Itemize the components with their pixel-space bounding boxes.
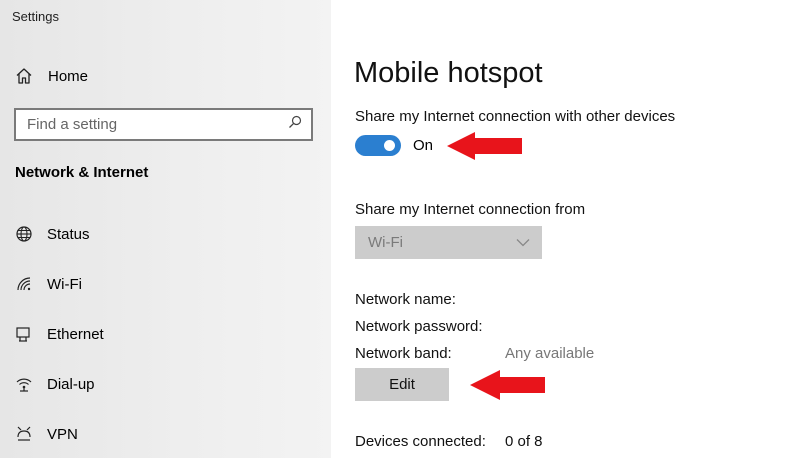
search-icon[interactable] <box>288 115 302 134</box>
annotation-arrow-icon <box>447 132 522 160</box>
section-title: Network & Internet <box>15 164 149 181</box>
sidebar-item-label: VPN <box>47 425 78 443</box>
page-title: Mobile hotspot <box>354 57 543 89</box>
sidebar-item-label: Status <box>47 225 90 243</box>
devices-connected-value: 0 of 8 <box>505 433 543 450</box>
annotation-arrow-icon <box>470 370 545 400</box>
search-input[interactable] <box>27 116 288 133</box>
search-box[interactable] <box>14 108 313 141</box>
share-label: Share my Internet connection with other … <box>355 108 676 125</box>
toggle-state-label: On <box>413 137 434 154</box>
sidebar-item-wifi[interactable]: Wi-Fi <box>14 273 82 295</box>
toggle-knob <box>384 140 395 151</box>
share-from-value: Wi-Fi <box>368 234 403 251</box>
sidebar-home[interactable]: Home <box>14 66 88 86</box>
sidebar-item-label: Wi-Fi <box>47 275 82 293</box>
ethernet-icon <box>14 325 33 344</box>
home-label: Home <box>48 67 89 85</box>
wifi-icon <box>14 275 33 294</box>
dialup-icon <box>14 375 33 394</box>
sidebar-item-vpn[interactable]: VPN <box>14 423 78 445</box>
hotspot-toggle-row: On <box>355 135 433 156</box>
chevron-down-icon <box>516 234 530 251</box>
network-band-value: Any available <box>505 345 595 362</box>
network-name-label: Network name: <box>355 291 456 308</box>
sidebar-item-label: Ethernet <box>47 325 104 343</box>
home-icon <box>14 67 33 86</box>
edit-button[interactable]: Edit <box>355 368 449 401</box>
sidebar: Settings Home Network & Internet Status … <box>0 0 331 458</box>
devices-connected-label: Devices connected: <box>355 433 486 450</box>
sidebar-item-ethernet[interactable]: Ethernet <box>14 323 104 345</box>
share-from-label: Share my Internet connection from <box>355 201 586 218</box>
sidebar-item-label: Dial-up <box>47 375 95 393</box>
vpn-icon <box>14 425 33 444</box>
network-password-label: Network password: <box>355 318 483 335</box>
network-band-label: Network band: <box>355 345 452 362</box>
hotspot-toggle[interactable] <box>355 135 401 156</box>
share-from-dropdown[interactable]: Wi-Fi <box>355 226 542 259</box>
sidebar-item-status[interactable]: Status <box>14 223 90 245</box>
sidebar-item-dialup[interactable]: Dial-up <box>14 373 95 395</box>
app-title: Settings <box>12 9 59 24</box>
globe-icon <box>14 225 33 244</box>
